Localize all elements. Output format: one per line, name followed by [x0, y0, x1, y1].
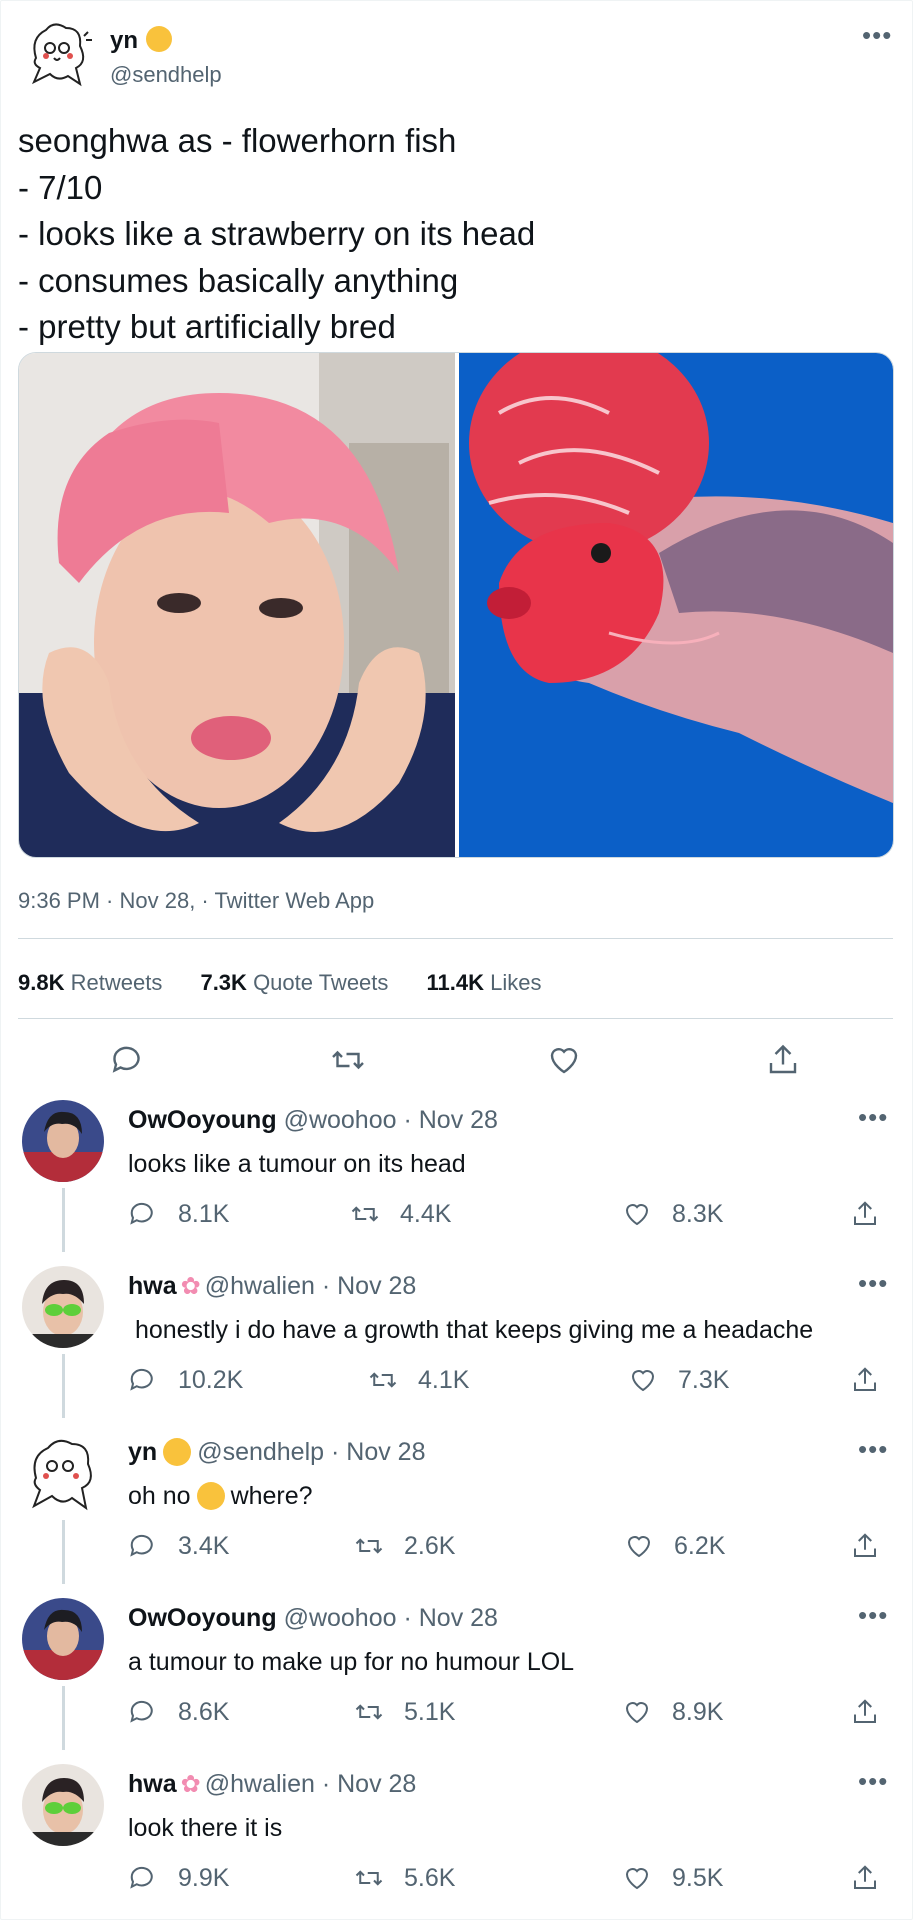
- divider: [18, 938, 893, 939]
- reply-text: looks like a tumour on its head: [128, 1150, 466, 1178]
- like-button[interactable]: 9.5K: [622, 1860, 723, 1896]
- quote-label[interactable]: Quote Tweets: [253, 970, 388, 995]
- reply-handle[interactable]: @hwalien · Nov 28: [205, 1770, 417, 1798]
- share-icon: [854, 1533, 876, 1557]
- reply-text: honestly i do have a growth that keeps g…: [128, 1316, 814, 1344]
- share-icon[interactable]: [765, 1042, 801, 1078]
- tweet-media[interactable]: [18, 352, 894, 858]
- like-label[interactable]: Likes: [490, 970, 541, 995]
- retweet-button[interactable]: 4.4K: [350, 1196, 451, 1232]
- reply-handle[interactable]: @hwalien · Nov 28: [205, 1272, 417, 1300]
- like-icon[interactable]: [546, 1042, 582, 1078]
- more-options-icon[interactable]: •••: [858, 1602, 888, 1628]
- retweet-button[interactable]: 5.6K: [354, 1860, 455, 1896]
- reply-tweet[interactable]: OwOoyoung @woohoo · Nov 28 ••• looks lik…: [0, 1098, 913, 1258]
- like-button[interactable]: 8.3K: [622, 1196, 723, 1232]
- retweet-icon: [355, 1870, 383, 1886]
- retweet-icon[interactable]: [330, 1042, 366, 1078]
- retweet-icon: [369, 1372, 397, 1388]
- like-icon: [625, 1702, 649, 1724]
- share-icon: [854, 1865, 876, 1889]
- author-avatar[interactable]: [24, 18, 94, 88]
- reply-handle[interactable]: @sendhelp · Nov 28: [197, 1438, 425, 1466]
- reply-button[interactable]: 10.2K: [128, 1362, 243, 1398]
- like-button[interactable]: 7.3K: [628, 1362, 729, 1398]
- upside-down-face-icon: [163, 1438, 192, 1466]
- reply-name[interactable]: OwOoyoung: [128, 1106, 277, 1134]
- retweet-icon: [355, 1538, 383, 1554]
- reply-icon: [130, 1534, 153, 1557]
- like-button[interactable]: 8.9K: [622, 1694, 723, 1730]
- like-icon: [631, 1370, 655, 1392]
- reply-icon[interactable]: [110, 1042, 146, 1078]
- more-options-icon[interactable]: •••: [858, 1270, 888, 1296]
- retweet-label[interactable]: Retweets: [71, 970, 163, 995]
- reply-button[interactable]: 8.6K: [128, 1694, 229, 1730]
- more-options-icon[interactable]: •••: [858, 1436, 888, 1462]
- reply-text: a tumour to make up for no humour LOL: [128, 1648, 575, 1676]
- reply-name[interactable]: hwa: [128, 1272, 177, 1300]
- tweet-text: seonghwa as - flowerhorn fish - 7/10 - l…: [18, 122, 536, 345]
- like-icon: [625, 1204, 649, 1226]
- reply-name[interactable]: yn: [128, 1438, 157, 1466]
- reply-tweet[interactable]: OwOoyoung @woohoo · Nov 28 ••• a tumour …: [0, 1596, 913, 1756]
- share-button[interactable]: [850, 1196, 900, 1232]
- flowerhorn-fish-photo[interactable]: [459, 353, 893, 857]
- share-button[interactable]: [850, 1694, 900, 1730]
- like-icon: [625, 1868, 649, 1890]
- cherry-blossom-icon: ✿: [180, 1771, 201, 1798]
- upside-down-face-icon: [146, 26, 173, 52]
- reply-tweet[interactable]: hwa ✿ @hwalien · Nov 28 ••• look there it …: [0, 1762, 913, 1918]
- retweet-button[interactable]: 5.1K: [354, 1694, 455, 1730]
- like-button[interactable]: 6.2K: [624, 1528, 725, 1564]
- divider: [18, 1018, 893, 1019]
- reply-text: look there it is: [128, 1814, 283, 1842]
- share-button[interactable]: [850, 1860, 900, 1896]
- reply-name[interactable]: hwa: [128, 1770, 177, 1798]
- reply-icon: [130, 1866, 153, 1889]
- reply-button[interactable]: 3.4K: [128, 1528, 229, 1564]
- reply-text: oh no where?: [128, 1482, 313, 1510]
- reply-avatar[interactable]: [22, 1764, 104, 1846]
- worried-face-icon: [196, 1482, 225, 1510]
- tweet-timestamp[interactable]: 9:36 PM · Nov 28, · Twitter Web App: [18, 888, 374, 914]
- author-name[interactable]: yn: [110, 26, 173, 55]
- retweet-icon: [351, 1206, 379, 1222]
- reply-icon: [130, 1700, 153, 1723]
- retweet-icon: [355, 1704, 383, 1720]
- share-button[interactable]: [850, 1362, 900, 1398]
- more-options-icon[interactable]: •••: [858, 1104, 888, 1130]
- reply-avatar[interactable]: [22, 1266, 104, 1348]
- share-icon: [854, 1201, 876, 1225]
- retweet-button[interactable]: 2.6K: [354, 1528, 455, 1564]
- engagement-stats: 9.8K Retweets 7.3K Quote Tweets 11.4K Li…: [18, 970, 574, 996]
- reply-name[interactable]: OwOoyoung: [128, 1604, 277, 1632]
- retweet-button[interactable]: 4.1K: [368, 1362, 469, 1398]
- author-handle[interactable]: @sendhelp: [110, 62, 222, 88]
- share-button[interactable]: [850, 1528, 900, 1564]
- reply-button[interactable]: 8.1K: [128, 1196, 229, 1232]
- reply-tweet[interactable]: hwa ✿ @hwalien · Nov 28 ••• honestly i do …: [0, 1264, 913, 1424]
- reply-icon: [130, 1202, 153, 1225]
- cherry-blossom-icon: ✿: [180, 1273, 201, 1300]
- reply-avatar[interactable]: [22, 1598, 104, 1680]
- retweet-count[interactable]: 9.8K: [18, 970, 64, 995]
- quote-count[interactable]: 7.3K: [200, 970, 246, 995]
- more-options-icon[interactable]: •••: [862, 22, 892, 48]
- reply-handle[interactable]: @woohoo · Nov 28: [284, 1604, 498, 1632]
- person-photo[interactable]: [19, 353, 455, 857]
- reply-avatar[interactable]: [22, 1432, 104, 1514]
- reply-button[interactable]: 9.9K: [128, 1860, 229, 1896]
- more-options-icon[interactable]: •••: [858, 1768, 888, 1794]
- reply-tweet[interactable]: yn @sendhelp · Nov 28 ••• oh no where? 3.4…: [0, 1430, 913, 1590]
- share-icon: [854, 1699, 876, 1723]
- reply-avatar[interactable]: [22, 1100, 104, 1182]
- like-icon: [627, 1536, 651, 1558]
- reply-icon: [130, 1368, 153, 1391]
- like-count[interactable]: 11.4K: [427, 970, 485, 995]
- share-icon: [854, 1367, 876, 1391]
- reply-handle[interactable]: @woohoo · Nov 28: [284, 1106, 498, 1134]
